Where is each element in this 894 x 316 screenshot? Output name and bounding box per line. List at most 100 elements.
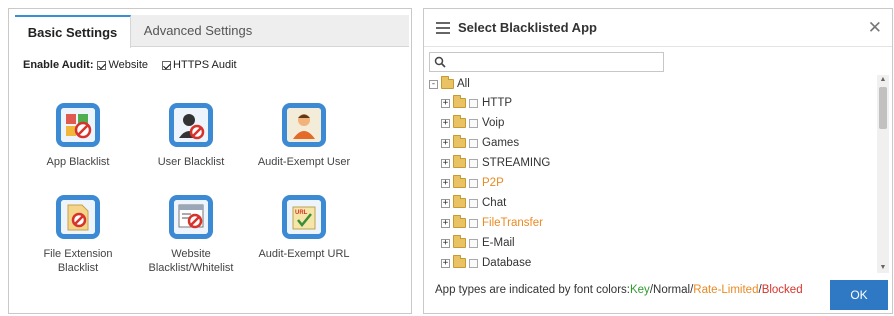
file-extension-blacklist-icon (56, 195, 100, 239)
expand-icon[interactable]: + (441, 98, 450, 108)
tree-root-all[interactable]: - All (429, 75, 470, 93)
website-blacklist-whitelist-label: Website Blacklist/Whitelist (148, 248, 234, 274)
legend-normal: Normal (653, 284, 691, 296)
dialog-title: Select Blacklisted App (458, 20, 597, 35)
tree-item-label: HTTP (482, 97, 513, 109)
tree-item-database[interactable]: + Database (441, 254, 531, 272)
expand-icon[interactable]: + (441, 258, 450, 268)
tree-item-checkbox[interactable] (469, 118, 478, 128)
tree-item-label: Games (482, 137, 520, 149)
tree-item-voip[interactable]: + Voip (441, 114, 504, 132)
folder-icon (453, 135, 466, 148)
expand-icon[interactable]: + (441, 178, 450, 188)
https-audit-checkbox[interactable] (162, 60, 172, 70)
folder-icon (453, 115, 466, 128)
tree-item-checkbox[interactable] (469, 218, 478, 228)
collapse-icon[interactable]: - (429, 79, 438, 89)
basic-settings-panel: Basic Settings Advanced Settings Enable … (8, 8, 412, 314)
website-blacklist-whitelist-tile[interactable]: Website Blacklist/Whitelist (136, 195, 246, 275)
expand-icon[interactable]: + (441, 198, 450, 208)
audit-exempt-url-label: Audit-Exempt URL (258, 248, 350, 260)
close-icon[interactable]: ✕ (868, 18, 882, 38)
tree-root-label: All (457, 78, 470, 90)
tab-advanced-settings[interactable]: Advanced Settings (139, 15, 257, 47)
app-blacklist-label: App Blacklist (46, 156, 110, 168)
tree-item-http[interactable]: + HTTP (441, 94, 512, 112)
tree-item-games[interactable]: + Games (441, 134, 519, 152)
tree-item-label: Database (482, 257, 532, 269)
folder-icon (453, 155, 466, 168)
legend-blocked: Blocked (761, 284, 803, 296)
user-blacklist-tile[interactable]: User Blacklist (136, 103, 246, 169)
search-box[interactable] (429, 52, 664, 72)
tree-item-email[interactable]: + E-Mail (441, 234, 515, 252)
tree-item-chat[interactable]: + Chat (441, 194, 506, 212)
user-blacklist-icon (169, 103, 213, 147)
folder-icon (453, 95, 466, 108)
expand-icon[interactable]: + (441, 218, 450, 228)
https-audit-label: HTTPS Audit (173, 59, 237, 71)
app-type-legend: App types are indicated by font colors:K… (435, 284, 803, 296)
file-extension-blacklist-label: File Extension Blacklist (43, 248, 113, 274)
app-blacklist-icon (56, 103, 100, 147)
tree-item-label: P2P (482, 177, 504, 189)
folder-icon (441, 76, 454, 89)
ok-button[interactable]: OK (830, 280, 888, 310)
audit-exempt-url-tile[interactable]: URL Audit-Exempt URL (249, 195, 359, 261)
tree-item-checkbox[interactable] (469, 238, 478, 248)
tree-item-checkbox[interactable] (469, 138, 478, 148)
svg-text:URL: URL (295, 210, 308, 216)
scroll-up-icon[interactable]: ▲ (877, 75, 889, 85)
website-audit-option[interactable]: Website (97, 59, 148, 71)
dialog-header: Select Blacklisted App ✕ (424, 9, 892, 47)
enable-audit-row: Enable Audit: Website HTTPS Audit (23, 59, 251, 71)
audit-exempt-user-icon (282, 103, 326, 147)
audit-exempt-user-tile[interactable]: Audit-Exempt User (249, 103, 359, 169)
expand-icon[interactable]: + (441, 158, 450, 168)
app-blacklist-tile[interactable]: App Blacklist (23, 103, 133, 169)
app-tree: - All + HTTP + Voip + Games + STREAMING (424, 75, 880, 273)
website-blacklist-icon (169, 195, 213, 239)
tree-item-filetransfer[interactable]: + FileTransfer (441, 214, 543, 232)
tree-item-label: Voip (482, 117, 505, 129)
expand-icon[interactable]: + (441, 238, 450, 248)
tree-item-streaming[interactable]: + STREAMING (441, 154, 550, 172)
file-extension-blacklist-tile[interactable]: File Extension Blacklist (23, 195, 133, 275)
folder-icon (453, 215, 466, 228)
tree-item-label: Chat (482, 197, 507, 209)
user-blacklist-label: User Blacklist (157, 156, 225, 168)
folder-icon (453, 175, 466, 188)
menu-icon (436, 22, 450, 34)
folder-icon (453, 255, 466, 268)
tree-item-checkbox[interactable] (469, 258, 478, 268)
select-blacklisted-app-dialog: Select Blacklisted App ✕ - All + HTTP + … (423, 8, 893, 314)
tree-item-checkbox[interactable] (469, 198, 478, 208)
tree-item-label: FileTransfer (482, 217, 543, 229)
audit-exempt-user-label: Audit-Exempt User (257, 156, 351, 168)
https-audit-option[interactable]: HTTPS Audit (162, 59, 237, 71)
audit-exempt-url-icon: URL (282, 195, 326, 239)
tree-scrollbar[interactable]: ▲ ▼ (877, 75, 889, 273)
enable-audit-label: Enable Audit: (23, 59, 94, 71)
search-icon (434, 56, 446, 68)
tree-item-checkbox[interactable] (469, 98, 478, 108)
tree-item-label: E-Mail (482, 237, 515, 249)
legend-prefix: App types are indicated by font colors: (435, 284, 630, 296)
tab-basic-settings[interactable]: Basic Settings (15, 15, 131, 48)
scroll-down-icon[interactable]: ▼ (877, 263, 889, 273)
tree-item-label: STREAMING (482, 157, 551, 169)
legend-key: Key (629, 284, 650, 296)
tree-item-checkbox[interactable] (469, 158, 478, 168)
website-checkbox[interactable] (97, 60, 107, 70)
folder-icon (453, 195, 466, 208)
expand-icon[interactable]: + (441, 118, 450, 128)
scrollbar-thumb[interactable] (879, 87, 887, 129)
tab-bar: Basic Settings Advanced Settings (15, 15, 409, 48)
legend-rate-limited: Rate-Limited (693, 284, 759, 296)
website-label: Website (108, 59, 149, 71)
tree-item-p2p[interactable]: + P2P (441, 174, 504, 192)
search-input[interactable] (448, 54, 658, 70)
folder-icon (453, 235, 466, 248)
tree-item-checkbox[interactable] (469, 178, 478, 188)
expand-icon[interactable]: + (441, 138, 450, 148)
